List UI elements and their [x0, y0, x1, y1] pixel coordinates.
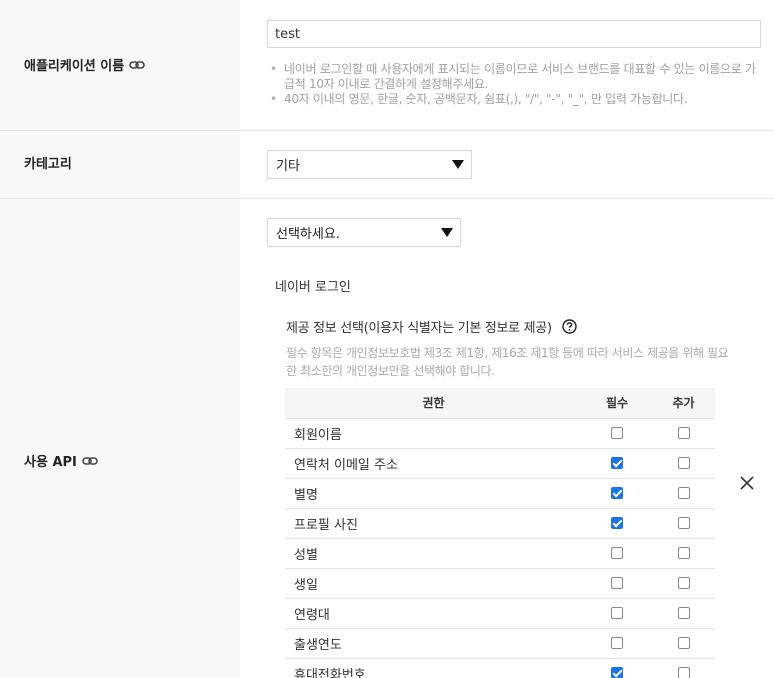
- api-content: 선택하세요. 네이버 로그인 제공 정보 선택(이용자 식별자는 기본 정보로 …: [240, 199, 774, 678]
- api-label-cell: 사용 API: [0, 199, 240, 678]
- category-content: 기타: [240, 131, 774, 198]
- link-icon[interactable]: [129, 59, 146, 71]
- optional-cell: [652, 568, 715, 599]
- required-cell: [582, 508, 652, 539]
- app-name-label-cell: 애플리케이션 이름: [0, 0, 240, 130]
- table-row: 회원이름: [285, 418, 715, 449]
- required-checkbox[interactable]: [611, 487, 623, 499]
- required-cell: [582, 598, 652, 629]
- permission-name: 연령대: [285, 598, 582, 629]
- question-circle-icon[interactable]: [562, 319, 577, 334]
- optional-checkbox[interactable]: [677, 517, 690, 529]
- permission-name: 회원이름: [285, 418, 582, 449]
- table-row: 성별: [285, 538, 715, 569]
- permission-name: 프로필 사진: [285, 508, 582, 539]
- table-row: 프로필 사진: [285, 508, 715, 539]
- table-row: 별명: [285, 478, 715, 509]
- permission-name: 휴대전화번호: [285, 658, 582, 678]
- required-checkbox[interactable]: [611, 547, 623, 559]
- required-checkbox[interactable]: [611, 457, 623, 469]
- required-cell: [582, 538, 652, 569]
- table-row: 연령대: [285, 598, 715, 629]
- optional-cell: [652, 508, 715, 539]
- required-cell: [582, 658, 652, 678]
- app-name-hint-1: 네이버 로그인할 때 사용자에게 표시되는 이름이므로 서비스 브랜드를 대표할…: [270, 62, 765, 92]
- app-name-hints: 네이버 로그인할 때 사용자에게 표시되는 이름이므로 서비스 브랜드를 대표할…: [270, 62, 765, 107]
- required-checkbox[interactable]: [611, 637, 623, 649]
- permission-name: 별명: [285, 478, 582, 509]
- optional-checkbox[interactable]: [677, 487, 690, 499]
- optional-checkbox[interactable]: [677, 637, 690, 649]
- required-cell: [582, 478, 652, 509]
- app-name-content: 네이버 로그인할 때 사용자에게 표시되는 이름이므로 서비스 브랜드를 대표할…: [240, 0, 774, 130]
- category-select[interactable]: 기타: [267, 150, 472, 179]
- app-name-label-text: 애플리케이션 이름: [24, 59, 125, 74]
- close-icon[interactable]: [739, 475, 755, 491]
- required-checkbox[interactable]: [611, 427, 623, 439]
- optional-cell: [652, 538, 715, 569]
- api-label-text: 사용 API: [24, 455, 77, 470]
- api-row: 사용 API 선택하세요. 네이버 로그인 제공 정보 선택(이용자 식별자는 …: [0, 199, 774, 678]
- permission-name: 연락처 이메일 주소: [285, 448, 582, 479]
- optional-checkbox[interactable]: [677, 577, 690, 589]
- dropdown-caret-icon: [452, 160, 464, 169]
- table-row: 생일: [285, 568, 715, 599]
- app-name-row: 애플리케이션 이름 네이버 로그인할 때 사용자에게 표시되는 이름이므로 서비…: [0, 0, 774, 131]
- optional-checkbox[interactable]: [677, 457, 690, 469]
- permission-table: 권한 필수 추가 회원이름 연락처 이메일 주소 별명 프로필 사진 성별 생일 연령대 출생…: [285, 388, 715, 678]
- optional-cell: [652, 448, 715, 479]
- app-name-label: 애플리케이션 이름: [24, 55, 146, 74]
- optional-cell: [652, 598, 715, 629]
- table-row: 연락처 이메일 주소: [285, 448, 715, 479]
- api-name: 네이버 로그인: [275, 280, 351, 295]
- optional-cell: [652, 628, 715, 659]
- optional-cell: [652, 478, 715, 509]
- optional-checkbox[interactable]: [677, 667, 690, 678]
- optional-checkbox[interactable]: [677, 547, 690, 559]
- required-checkbox[interactable]: [611, 577, 623, 589]
- col-header-permission: 권한: [285, 388, 582, 419]
- dropdown-caret-icon: [441, 228, 453, 237]
- permission-name: 생일: [285, 568, 582, 599]
- required-checkbox[interactable]: [611, 667, 623, 678]
- optional-checkbox[interactable]: [677, 427, 690, 439]
- info-title: 제공 정보 선택(이용자 식별자는 기본 정보로 제공): [286, 317, 577, 336]
- optional-checkbox[interactable]: [677, 607, 690, 619]
- col-header-optional: 추가: [652, 388, 715, 419]
- table-row: 휴대전화번호: [285, 658, 715, 678]
- category-label-cell: 카테고리: [0, 131, 240, 198]
- optional-cell: [652, 418, 715, 449]
- required-cell: [582, 418, 652, 449]
- category-label: 카테고리: [24, 157, 72, 172]
- permission-name: 성별: [285, 538, 582, 569]
- permission-table-body: 회원이름 연락처 이메일 주소 별명 프로필 사진 성별 생일 연령대 출생연도 휴대전화번호: [285, 418, 715, 678]
- col-header-required: 필수: [582, 388, 652, 419]
- required-cell: [582, 628, 652, 659]
- info-description: 필수 항목은 개인정보보호법 제3조 제1항, 제16조 제1항 등에 따라 서…: [286, 346, 729, 378]
- api-select[interactable]: 선택하세요.: [267, 218, 461, 247]
- category-selected-value: 기타: [276, 159, 300, 174]
- required-cell: [582, 568, 652, 599]
- required-cell: [582, 448, 652, 479]
- permission-name: 출생연도: [285, 628, 582, 659]
- category-row: 카테고리 기타: [0, 131, 774, 199]
- required-checkbox[interactable]: [611, 517, 623, 529]
- app-name-hint-2: 40자 이내의 영문, 한글, 숫자, 공백문자, 쉼표(,), "/", "-…: [270, 92, 765, 107]
- link-icon[interactable]: [82, 455, 98, 467]
- api-label: 사용 API: [24, 451, 98, 470]
- table-header-row: 권한 필수 추가: [285, 388, 715, 419]
- app-name-input[interactable]: [267, 20, 761, 48]
- required-checkbox[interactable]: [611, 607, 623, 619]
- optional-cell: [652, 658, 715, 678]
- info-title-text: 제공 정보 선택(이용자 식별자는 기본 정보로 제공): [286, 321, 552, 336]
- api-select-value: 선택하세요.: [276, 227, 340, 242]
- table-row: 출생연도: [285, 628, 715, 659]
